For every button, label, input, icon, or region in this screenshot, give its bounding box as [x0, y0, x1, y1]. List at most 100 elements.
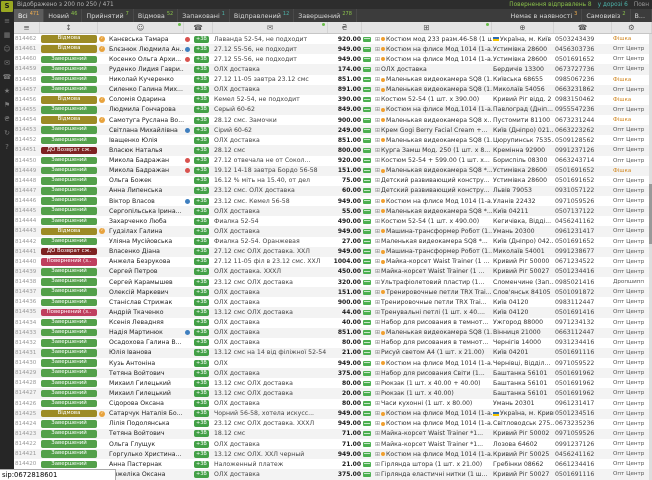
phone-number[interactable]: 0983112447	[554, 297, 612, 307]
app-logo[interactable]: S	[1, 1, 13, 12]
delivery-icon[interactable]: ⊕	[492, 22, 554, 33]
calls-icon[interactable]: ☎	[184, 22, 213, 33]
table-row[interactable]: 814448ЗавершенийОльга Божек+3В16.12 % мі…	[14, 176, 652, 186]
calls-badge[interactable]: +3В	[194, 289, 209, 296]
customer-name[interactable]: Соломія Одарина	[108, 95, 184, 105]
customer-name[interactable]: Анжеліка Оксана	[108, 469, 184, 479]
calls-badge[interactable]: +3В	[194, 198, 209, 205]
table-row[interactable]: 814445ЗавершенийСергопільська Ірина...+3…	[14, 206, 652, 216]
customer-name[interactable]: Анжела Безрукова	[108, 257, 184, 267]
customer-name[interactable]: Надія Мартинюк	[108, 328, 184, 338]
table-row[interactable]: 814449ЗавершенийМикола Бадражан+3В19.12 …	[14, 166, 652, 176]
phone-number[interactable]: 0985021416	[554, 277, 612, 287]
refresh-icon[interactable]: ↻	[4, 129, 10, 138]
phone-number[interactable]: 0663231862	[554, 85, 612, 95]
customer-name[interactable]: Горгулько Христина...	[108, 449, 184, 459]
phone-number[interactable]: 0501691962	[554, 378, 612, 388]
table-row[interactable]: 814427ЗавершенийМихаил Гилецький+3В13.12…	[14, 388, 652, 398]
customer-name[interactable]: Михаил Гилецький	[108, 388, 184, 398]
phone-number[interactable]: 0661234416	[554, 459, 612, 469]
customer-name[interactable]: Захарченко Люба	[108, 216, 184, 226]
calls-badge[interactable]: +3В	[194, 471, 209, 478]
calls-badge[interactable]: +3В	[194, 451, 209, 458]
tab-Відправлений[interactable]: Відправлений12	[230, 9, 294, 22]
calls-badge[interactable]: +3В	[194, 238, 209, 245]
calls-badge[interactable]: +3В	[194, 329, 209, 336]
calls-badge[interactable]: +3В	[194, 46, 209, 53]
info-icon[interactable]: i	[99, 46, 105, 52]
calls-badge[interactable]: +3В	[194, 106, 209, 113]
phone-number[interactable]: 0501691116	[554, 348, 612, 358]
table-row[interactable]: 814439ЗавершенийСергей Петров+3ВОЛХ дост…	[14, 267, 652, 277]
table-row[interactable]: 814433ЗавершенийНадія Мартинюк+3ВОЛХ дос…	[14, 328, 652, 338]
customer-name[interactable]: Ольга Глущук	[108, 439, 184, 449]
tab-Всі[interactable]: Всі471	[14, 9, 44, 22]
phone-number[interactable]: 0501691652	[554, 237, 612, 247]
table-row[interactable]: 814426ЗавершенийСідорова Оксана+3ВОЛХ до…	[14, 399, 652, 409]
calls-badge[interactable]: +3В	[194, 268, 209, 275]
table-row[interactable]: 814447ЗавершенийАнна Липенська+3В23.12 с…	[14, 186, 652, 196]
phone-number[interactable]: 0985067236	[554, 75, 612, 85]
phone-number[interactable]: 0501691416	[554, 307, 612, 317]
phone-number[interactable]: 0501691962	[554, 388, 612, 398]
table-row[interactable]: 814422ЗавершенийОльга Глущук+3ВОЛХ доста…	[14, 439, 652, 449]
info-icon[interactable]: i	[99, 36, 105, 42]
calls-badge[interactable]: +3В	[194, 36, 209, 43]
phone-number[interactable]: 0983150462	[554, 95, 612, 105]
customer-name[interactable]: Осадохова Галина В...	[108, 338, 184, 348]
customer-name[interactable]: Олексій Маркевич	[108, 287, 184, 297]
calls-badge[interactable]: +3В	[194, 228, 209, 235]
table-row[interactable]: 814423ЗавершенийТетяна Войтович+3В18.12 …	[14, 429, 652, 439]
phone-number[interactable]: 0501234416	[554, 267, 612, 277]
table-row[interactable]: 814435Повернений (з..Андрій Ткаченко+3В1…	[14, 307, 652, 317]
phone-number[interactable]: 0501691116	[554, 469, 612, 479]
customer-name[interactable]: Сергей Карамышев	[108, 277, 184, 287]
calls-badge[interactable]: +3В	[194, 360, 209, 367]
phone-number[interactable]: 0501691652	[554, 176, 612, 186]
topstrip-extra-label[interactable]: Повн	[634, 2, 649, 8]
phone-number[interactable]: 0507137122	[554, 206, 612, 216]
calls-badge[interactable]: +3В	[194, 461, 209, 468]
table-row[interactable]: 814446ЗавершенийВіктор Власов+3В23.12 см…	[14, 196, 652, 206]
mail-icon[interactable]: ✉	[4, 59, 10, 68]
calls-badge[interactable]: +3В	[194, 410, 209, 417]
calls-badge[interactable]: +3В	[194, 137, 209, 144]
phone-number[interactable]: 0501234516	[554, 409, 612, 419]
table-row[interactable]: 814421ЗавершенийГоргулько Христина...+3В…	[14, 449, 652, 459]
table-row[interactable]: 814456ВідмоваiСоломія Одарина+3ВКемел 52…	[14, 95, 652, 105]
customer-name[interactable]: Блєзнюк Людмила Ан...	[108, 44, 184, 54]
table-row[interactable]: 814462ВідмоваiКанєвська Тамара+3ВЛаванда…	[14, 34, 652, 44]
phone-number[interactable]: 0971059526	[554, 196, 612, 206]
table-row[interactable]: 814442ЗавершенийУліяна Мусійовська+3ВФиа…	[14, 237, 652, 247]
phone-number[interactable]: 0456241162	[554, 216, 612, 226]
calls-badge[interactable]: +3В	[194, 127, 209, 134]
calls-badge[interactable]: +3В	[194, 218, 209, 225]
calls-badge[interactable]: +3В	[194, 187, 209, 194]
table-row[interactable]: 814450ЗавершенийМикола Бадражан+3В27.12 …	[14, 156, 652, 166]
phone-number[interactable]: 0673727736	[554, 64, 612, 74]
tab-В...[interactable]: В...	[631, 9, 652, 22]
calls-badge[interactable]: +3В	[194, 370, 209, 377]
phone-number[interactable]: 0673231244	[554, 115, 612, 125]
table-row[interactable]: 814455ЗавершенийЛюдмила Гончарова+3ВСеры…	[14, 105, 652, 115]
tab-Відмова[interactable]: Відмова52	[134, 9, 178, 22]
calls-badge[interactable]: +3В	[194, 349, 209, 356]
calls-badge[interactable]: +3В	[194, 309, 209, 316]
menu-icon[interactable]: ≡	[4, 17, 10, 26]
customer-name[interactable]: Уліяна Мусійовська	[108, 237, 184, 247]
phone-number[interactable]: 0955547236	[554, 105, 612, 115]
customer-name[interactable]: Власюк Наталья	[108, 145, 184, 155]
table-row[interactable]: 814452ЗавершенийІващенко Юлія+3ВОЛХ дост…	[14, 135, 652, 145]
calls-badge[interactable]: +3В	[194, 208, 209, 215]
phone-number[interactable]: 0971059526	[554, 429, 612, 439]
customer-name[interactable]: Сідорова Оксана	[108, 399, 184, 409]
tab-Новий[interactable]: Новий46	[44, 9, 82, 22]
calls-badge[interactable]: +3В	[194, 441, 209, 448]
customer-name[interactable]: Станіслав Стрижак	[108, 297, 184, 307]
table-row[interactable]: 814420ЗавершенийАнна Пастернак+3ВНаложен…	[14, 459, 652, 469]
table-row[interactable]: 814460ЗавершенийКосенко Ольга Архи...+3В…	[14, 54, 652, 64]
calls-badge[interactable]: +3В	[194, 400, 209, 407]
table-row[interactable]: 814436ЗавершенийСтаніслав Стрижак+3ВОЛХ …	[14, 297, 652, 307]
phone-number[interactable]: 0991238677	[554, 247, 612, 257]
table-row[interactable]: 814430ЗавершенийКузь Антоніна+3ВОЛХ949.0…	[14, 358, 652, 368]
